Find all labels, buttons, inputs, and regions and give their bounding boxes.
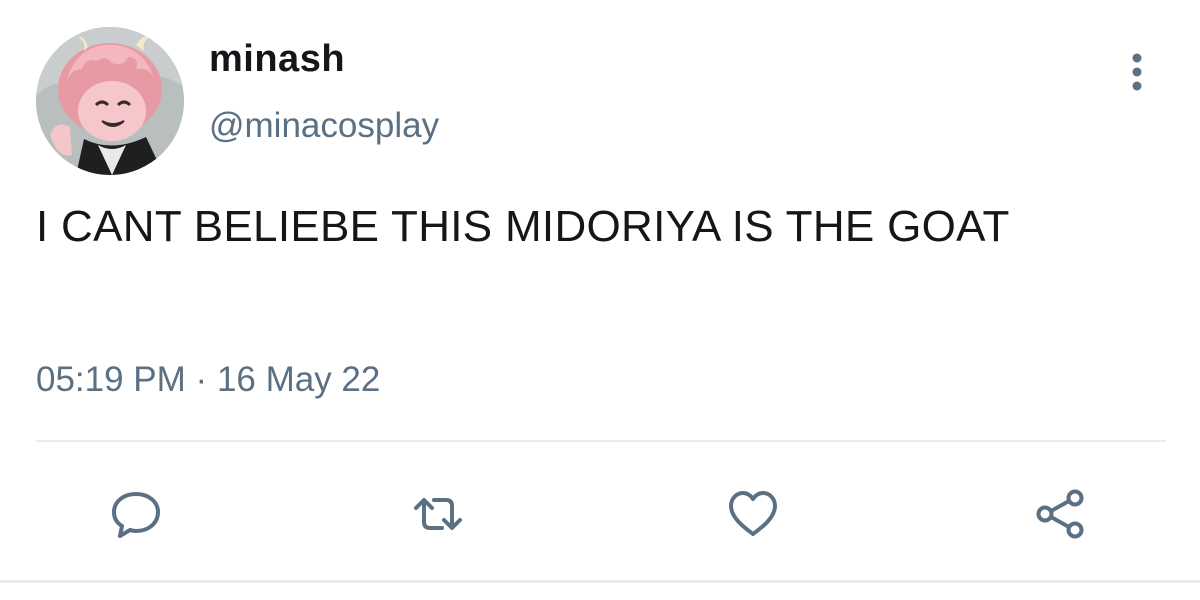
meta-separator: · (195, 360, 208, 399)
share-icon (1036, 489, 1084, 539)
reply-icon (112, 492, 160, 538)
more-options-button[interactable] (1120, 50, 1154, 94)
more-vertical-icon (1132, 53, 1142, 91)
tweet-date: 16 May 22 (216, 360, 381, 399)
tweet-time: 05:19 PM (36, 360, 186, 399)
user-handle[interactable]: @minacosplay (209, 106, 439, 146)
share-button[interactable] (1033, 486, 1089, 542)
tweet-card: minash @minacosplay I CANT BELIEBE THIS … (0, 0, 1200, 600)
avatar[interactable] (36, 27, 184, 175)
tweet-text: I CANT BELIEBE THIS MIDORIYA IS THE GOAT (36, 202, 1010, 251)
tweet-timestamp[interactable]: 05:19 PM · 16 May 22 (36, 360, 380, 400)
like-button[interactable] (725, 486, 781, 542)
divider (36, 440, 1166, 442)
avatar-image (36, 27, 184, 175)
like-icon (729, 491, 777, 536)
retweet-button[interactable] (410, 486, 466, 542)
bottom-divider (0, 580, 1200, 583)
retweet-icon (414, 498, 462, 530)
display-name[interactable]: minash (209, 38, 345, 81)
reply-button[interactable] (108, 486, 164, 542)
